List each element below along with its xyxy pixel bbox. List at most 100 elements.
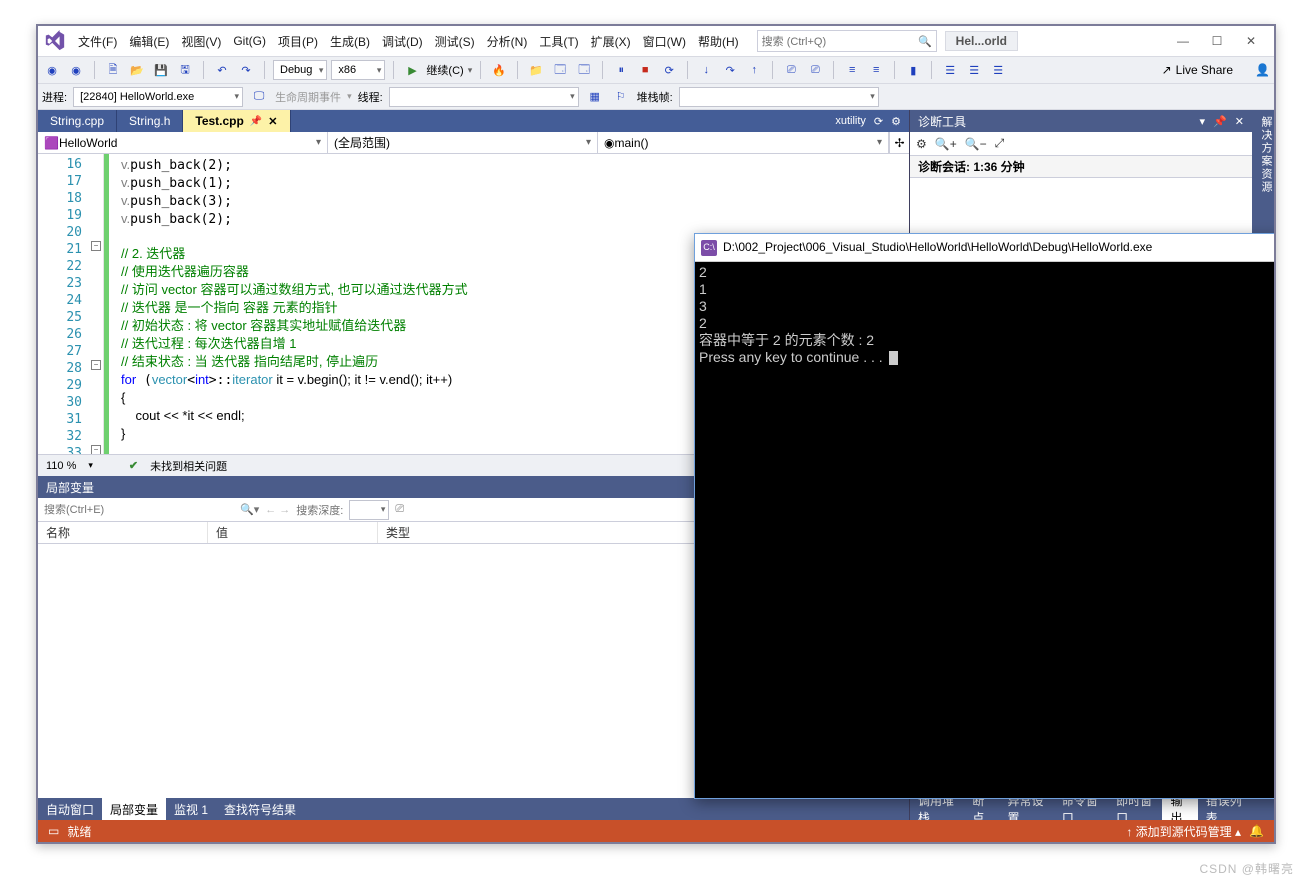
config-combo[interactable]: Debug — [273, 60, 327, 80]
panel-dropdown-icon[interactable]: ▾ — [1200, 115, 1206, 128]
tab-tool-icon[interactable]: ⟳ — [874, 115, 883, 128]
nav-fwd-icon[interactable]: ◉ — [66, 60, 86, 80]
tb-icon-f[interactable]: ☰ — [940, 60, 960, 80]
hot-reload-icon[interactable]: 🔥 — [489, 60, 509, 80]
nav-split-icon[interactable]: ✢ — [889, 132, 909, 153]
btab-错误列表[interactable]: 错误列表 — [1198, 798, 1252, 820]
tab-test-cpp[interactable]: Test.cpp📌✕ — [183, 110, 290, 132]
console-window[interactable]: C:\ D:\002_Project\006_Visual_Studio\Hel… — [694, 233, 1276, 799]
tb-icon-g[interactable]: ☰ — [964, 60, 984, 80]
nav-scope[interactable]: (全局范围) — [328, 132, 598, 153]
btab-断点[interactable]: 断点 — [964, 798, 999, 820]
lifecycle-icon[interactable]: 🖵 — [249, 87, 269, 107]
tb-icon-a[interactable]: ⎚ — [781, 60, 801, 80]
pause-icon[interactable]: ⏸ — [611, 60, 631, 80]
fold-box-33[interactable]: − — [91, 445, 101, 454]
menu-build[interactable]: 生成(B) — [324, 29, 376, 54]
menu-view[interactable]: 视图(V) — [175, 29, 227, 54]
tb-icon-c[interactable]: ≡ — [842, 60, 862, 80]
account-icon[interactable]: 👤 — [1255, 63, 1270, 77]
platform-combo[interactable]: x86 — [331, 60, 385, 80]
tb-icon-h[interactable]: ☰ — [988, 60, 1008, 80]
btab-查找符号结果[interactable]: 查找符号结果 — [216, 798, 304, 820]
zoom-level[interactable]: 110 % — [46, 460, 76, 472]
tab-string-h[interactable]: String.h — [117, 110, 183, 132]
search-icon[interactable]: 🔍▾ — [240, 503, 259, 516]
pin-icon[interactable]: 📌 — [250, 116, 262, 127]
col-name[interactable]: 名称 — [38, 522, 208, 543]
btab-异常设置[interactable]: 异常设置 — [1000, 798, 1054, 820]
nav-project[interactable]: 🟪 HelloWorld — [38, 132, 328, 153]
preview-file[interactable]: xutility — [835, 115, 866, 127]
step-into-icon[interactable]: ↓ — [696, 60, 716, 80]
continue-label[interactable]: 继续(C) — [426, 62, 463, 78]
btab-局部变量[interactable]: 局部变量 — [102, 798, 166, 820]
close-button[interactable]: ✕ — [1234, 28, 1268, 54]
btab-监视 1[interactable]: 监视 1 — [166, 798, 216, 820]
btab-调用堆栈[interactable]: 调用堆栈 — [910, 798, 964, 820]
folder-icon[interactable]: 📁 — [526, 60, 546, 80]
locals-tool-icon[interactable]: ⎚ — [395, 503, 404, 516]
console-titlebar[interactable]: C:\ D:\002_Project\006_Visual_Studio\Hel… — [695, 234, 1276, 262]
new-icon[interactable]: 🗎 — [103, 60, 123, 80]
fold-box-28[interactable]: − — [91, 360, 101, 370]
tb-icon-b[interactable]: ⎚ — [805, 60, 825, 80]
undo-icon[interactable]: ↶ — [212, 60, 232, 80]
stackframe-combo[interactable] — [679, 87, 879, 107]
btab-命令窗口[interactable]: 命令窗口 — [1054, 798, 1108, 820]
btab-输出[interactable]: 输出 — [1162, 798, 1197, 820]
menu-window[interactable]: 窗口(W) — [637, 29, 692, 54]
redo-icon[interactable]: ↷ — [236, 60, 256, 80]
nav-back-icon[interactable]: ◉ — [42, 60, 62, 80]
minimize-button[interactable]: ― — [1166, 28, 1200, 54]
panel-pin-icon[interactable]: 📌 — [1213, 115, 1227, 128]
menu-ext[interactable]: 扩展(X) — [585, 29, 637, 54]
panel-close-icon[interactable]: ✕ — [1235, 115, 1244, 128]
stop-icon[interactable]: ■ — [635, 60, 655, 80]
menu-test[interactable]: 测试(S) — [429, 29, 481, 54]
search-depth-combo[interactable] — [349, 500, 389, 520]
step-over-icon[interactable]: ↷ — [720, 60, 740, 80]
close-tab-icon[interactable]: ✕ — [268, 115, 277, 128]
global-search[interactable]: 搜索 (Ctrl+Q) 🔍 — [757, 30, 937, 52]
col-value[interactable]: 值 — [208, 522, 378, 543]
props2-icon[interactable]: 🗔 — [574, 60, 594, 80]
diag-zoomout-icon[interactable]: 🔍− — [965, 137, 987, 151]
thread-combo[interactable] — [389, 87, 579, 107]
thread-tool2[interactable]: ⚐ — [611, 87, 631, 107]
diag-gear-icon[interactable]: ⚙ — [916, 137, 927, 151]
menu-help[interactable]: 帮助(H) — [692, 29, 745, 54]
process-combo[interactable]: [22840] HelloWorld.exe — [73, 87, 243, 107]
menu-git[interactable]: Git(G) — [227, 30, 272, 52]
props-icon[interactable]: 🗔 — [550, 60, 570, 80]
tb-icon-e[interactable]: ▮ — [903, 60, 923, 80]
maximize-button[interactable]: ☐ — [1200, 28, 1234, 54]
menu-edit[interactable]: 编辑(E) — [123, 29, 175, 54]
open-icon[interactable]: 📂 — [127, 60, 147, 80]
save-icon[interactable]: 💾 — [151, 60, 171, 80]
nav-member[interactable]: ◉ main() — [598, 132, 889, 153]
solution-name[interactable]: Hel...orld — [945, 31, 1018, 51]
locals-search-input[interactable] — [44, 504, 234, 516]
diag-reset-icon[interactable]: ⤢ — [995, 136, 1005, 151]
continue-icon[interactable]: ▶ — [402, 60, 422, 80]
menu-file[interactable]: 文件(F) — [72, 29, 123, 54]
liveshare-icon[interactable]: ↗ — [1162, 63, 1172, 77]
btab-即时窗口[interactable]: 即时窗口 — [1108, 798, 1162, 820]
notif-icon[interactable]: 🔔 — [1249, 824, 1264, 838]
menu-analyze[interactable]: 分析(N) — [481, 29, 534, 54]
thread-tool1[interactable]: ▦ — [585, 87, 605, 107]
step-out-icon[interactable]: ↑ — [744, 60, 764, 80]
restart-icon[interactable]: ⟳ — [659, 60, 679, 80]
menu-tools[interactable]: 工具(T) — [533, 29, 584, 54]
menu-debug[interactable]: 调试(D) — [376, 29, 429, 54]
liveshare-label[interactable]: Live Share — [1176, 63, 1233, 77]
add-to-scm[interactable]: ↑ 添加到源代码管理 ▴ — [1126, 823, 1241, 840]
tb-icon-d[interactable]: ≡ — [866, 60, 886, 80]
btab-自动窗口[interactable]: 自动窗口 — [38, 798, 102, 820]
fold-box-21[interactable]: − — [91, 241, 101, 251]
status-window-icon[interactable]: ▭ — [48, 824, 59, 838]
menu-project[interactable]: 项目(P) — [272, 29, 324, 54]
saveall-icon[interactable]: 🖫 — [175, 60, 195, 80]
tab-string-cpp[interactable]: String.cpp — [38, 110, 117, 132]
